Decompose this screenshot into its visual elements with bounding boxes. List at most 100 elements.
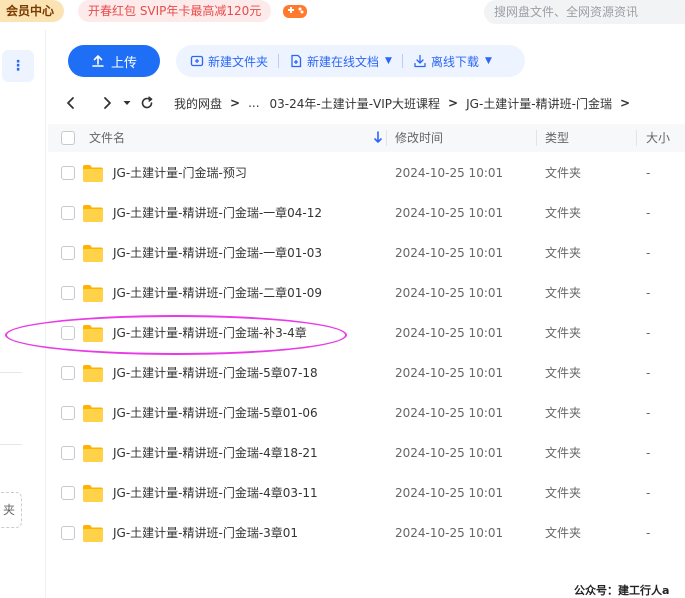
- file-row[interactable]: JG-土建计量-精讲班-门金瑞-4章03-11 2024-10-25 10:01 文…: [48, 473, 685, 513]
- file-name[interactable]: JG-土建计量-门金瑞-预习: [113, 153, 247, 193]
- column-header-modified[interactable]: 修改时间: [395, 124, 443, 152]
- breadcrumb-parent[interactable]: 03-24年-土建计量-VIP大班课程: [270, 95, 441, 112]
- sidebar-folder-button[interactable]: 夹: [0, 492, 22, 528]
- sidebar-divider: [0, 372, 22, 373]
- file-name[interactable]: JG-土建计量-精讲班-门金瑞-5章07-18: [113, 353, 318, 393]
- gamepad-icon[interactable]: [281, 0, 309, 22]
- toolbar-divider: [278, 54, 280, 68]
- sort-down-icon[interactable]: [373, 131, 383, 145]
- file-row[interactable]: JG-土建计量-精讲班-门金瑞-补3-4章 2024-10-25 10:01 文件夹…: [48, 313, 685, 353]
- top-bar: 会员中心 开春红包 SVIP年卡最高减120元 搜网盘文件、全网资源资讯: [0, 0, 685, 30]
- file-size: -: [646, 286, 651, 300]
- chevron-down-icon: ▼: [385, 56, 392, 66]
- file-modified-time: 2024-10-25 10:01: [395, 326, 504, 340]
- file-size: -: [646, 366, 651, 380]
- column-divider[interactable]: [386, 130, 387, 146]
- nav-controls: [60, 92, 158, 114]
- more-icon[interactable]: ⋮: [2, 50, 34, 82]
- watermark-text: 公众号：建工行人a: [574, 584, 670, 597]
- file-row[interactable]: JG-土建计量-精讲班-门金瑞-3章01 2024-10-25 10:01 文件夹 -: [48, 513, 685, 553]
- row-checkbox[interactable]: [61, 246, 75, 260]
- file-modified-time: 2024-10-25 10:01: [395, 206, 504, 220]
- file-row[interactable]: JG-土建计量-精讲班-门金瑞-二章01-09 2024-10-25 10:01 文…: [48, 273, 685, 313]
- promo-banner[interactable]: 开春红包 SVIP年卡最高减120元: [78, 0, 272, 22]
- column-divider[interactable]: [536, 130, 537, 146]
- file-row[interactable]: JG-土建计量-精讲班-门金瑞-4章18-21 2024-10-25 10:01 文…: [48, 433, 685, 473]
- file-modified-time: 2024-10-25 10:01: [395, 286, 504, 300]
- file-list: JG-土建计量-门金瑞-预习 2024-10-25 10:01 文件夹 - JG-土建计…: [48, 153, 685, 553]
- file-name[interactable]: JG-土建计量-精讲班-门金瑞-一章01-03: [113, 233, 322, 273]
- row-checkbox[interactable]: [61, 286, 75, 300]
- breadcrumb-current: JG-土建计量-精讲班-门金瑞: [466, 96, 612, 111]
- breadcrumb-root[interactable]: 我的网盘: [174, 95, 222, 112]
- folder-plus-icon: [190, 55, 204, 67]
- vip-center-button[interactable]: 会员中心: [0, 0, 65, 22]
- file-size: -: [646, 526, 651, 540]
- row-checkbox[interactable]: [61, 526, 75, 540]
- refresh-icon[interactable]: [136, 92, 158, 114]
- new-online-doc-label: 新建在线文档: [307, 54, 380, 69]
- folder-icon: [82, 323, 104, 343]
- row-checkbox[interactable]: [61, 166, 75, 180]
- file-type: 文件夹: [545, 166, 582, 180]
- forward-arrow-icon[interactable]: [96, 92, 118, 114]
- breadcrumb: 我的网盘 > ... 03-24年-土建计量-VIP大班课程 > JG-土建计量…: [174, 92, 638, 114]
- file-name[interactable]: JG-土建计量-精讲班-门金瑞-5章01-06: [113, 393, 318, 433]
- back-arrow-icon[interactable]: [60, 92, 82, 114]
- breadcrumb-separator-icon: >: [619, 96, 631, 110]
- row-checkbox[interactable]: [61, 326, 75, 340]
- row-checkbox[interactable]: [61, 206, 75, 220]
- folder-icon: [82, 243, 104, 263]
- sidebar: ⋮ 夹: [0, 30, 46, 598]
- row-checkbox[interactable]: [61, 446, 75, 460]
- row-checkbox[interactable]: [61, 486, 75, 500]
- folder-icon: [82, 363, 104, 383]
- file-size: -: [646, 206, 651, 220]
- file-name[interactable]: JG-土建计量-精讲班-门金瑞-4章18-21: [113, 433, 318, 473]
- row-checkbox[interactable]: [61, 406, 75, 420]
- column-divider[interactable]: [636, 130, 637, 146]
- file-size: -: [646, 446, 651, 460]
- file-size: -: [646, 166, 651, 180]
- column-header-type[interactable]: 类型: [545, 124, 569, 152]
- upload-icon: [92, 55, 104, 67]
- file-modified-time: 2024-10-25 10:01: [395, 446, 504, 460]
- file-type: 文件夹: [545, 446, 582, 460]
- file-modified-time: 2024-10-25 10:01: [395, 246, 504, 260]
- row-checkbox[interactable]: [61, 366, 75, 380]
- file-size: -: [646, 406, 651, 420]
- file-name[interactable]: JG-土建计量-精讲班-门金瑞-补3-4章: [113, 313, 307, 353]
- file-row[interactable]: JG-土建计量-精讲班-门金瑞-一章04-12 2024-10-25 10:01 文…: [48, 193, 685, 233]
- file-modified-time: 2024-10-25 10:01: [395, 406, 504, 420]
- file-name[interactable]: JG-土建计量-精讲班-门金瑞-一章04-12: [113, 193, 322, 233]
- toolbar-group: 新建文件夹 新建在线文档 ▼ 离线下载 ▼: [176, 45, 525, 77]
- column-header-name[interactable]: 文件名: [89, 124, 125, 152]
- file-modified-time: 2024-10-25 10:01: [395, 166, 504, 180]
- folder-icon: [82, 203, 104, 223]
- breadcrumb-separator-icon: >: [448, 96, 459, 110]
- breadcrumb-ellipsis[interactable]: ...: [248, 96, 259, 110]
- file-name[interactable]: JG-土建计量-精讲班-门金瑞-3章01: [113, 513, 298, 553]
- file-name[interactable]: JG-土建计量-精讲班-门金瑞-二章01-09: [113, 273, 322, 313]
- file-row[interactable]: JG-土建计量-精讲班-门金瑞-一章01-03 2024-10-25 10:01 文…: [48, 233, 685, 273]
- search-input[interactable]: 搜网盘文件、全网资源资讯: [484, 0, 685, 24]
- folder-icon: [82, 483, 104, 503]
- select-all-checkbox[interactable]: [61, 131, 75, 145]
- offline-download-button[interactable]: 离线下载 ▼: [407, 53, 498, 70]
- file-row[interactable]: JG-土建计量-门金瑞-预习 2024-10-25 10:01 文件夹 -: [48, 153, 685, 193]
- folder-icon: [82, 403, 104, 423]
- sidebar-divider: [0, 444, 22, 445]
- file-row[interactable]: JG-土建计量-精讲班-门金瑞-5章07-18 2024-10-25 10:01 文…: [48, 353, 685, 393]
- file-modified-time: 2024-10-25 10:01: [395, 366, 504, 380]
- column-header-size[interactable]: 大小: [646, 124, 670, 152]
- file-name[interactable]: JG-土建计量-精讲班-门金瑞-4章03-11: [113, 473, 318, 513]
- file-type: 文件夹: [545, 366, 582, 380]
- upload-button[interactable]: 上传: [68, 45, 160, 77]
- file-row[interactable]: JG-土建计量-精讲班-门金瑞-5章01-06 2024-10-25 10:01 文…: [48, 393, 685, 433]
- new-online-doc-button[interactable]: 新建在线文档 ▼: [283, 53, 398, 70]
- file-modified-time: 2024-10-25 10:01: [395, 486, 504, 500]
- history-dropdown-icon[interactable]: [120, 92, 134, 114]
- new-folder-button[interactable]: 新建文件夹: [184, 53, 274, 70]
- file-type: 文件夹: [545, 286, 582, 300]
- folder-icon: [82, 523, 104, 543]
